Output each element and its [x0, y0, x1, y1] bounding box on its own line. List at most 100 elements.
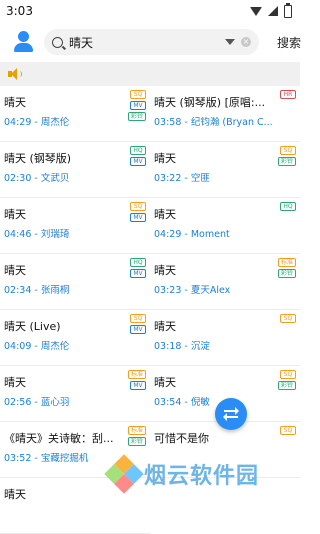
song-separator: -: [31, 117, 41, 128]
song-badges: 标准 彩铃: [127, 426, 146, 446]
song-separator: -: [181, 341, 191, 352]
song-artist[interactable]: Moment: [191, 229, 230, 240]
song-artist[interactable]: 文武贝: [41, 173, 70, 184]
song-separator: -: [181, 117, 191, 128]
song-duration: 02:34: [4, 285, 32, 296]
song-artist[interactable]: 刘瑞琦: [41, 229, 70, 240]
quality-badge: SQ: [130, 202, 146, 211]
song-artist[interactable]: 周杰伦: [41, 117, 70, 128]
quality-badge[interactable]: MV: [130, 325, 146, 334]
song-duration: 04:29: [154, 229, 182, 240]
song-item[interactable]: 《晴天》关诗敏：刮... 03:52 - 宝藏挖掘机 标准彩铃: [0, 422, 150, 478]
clear-icon[interactable]: ×: [241, 37, 251, 47]
song-separator: -: [181, 397, 191, 408]
quality-badge[interactable]: MV: [130, 157, 146, 166]
song-badges: HQ MV: [130, 258, 146, 278]
song-title: 晴天: [4, 376, 26, 389]
quality-badge[interactable]: 彩铃: [127, 112, 146, 121]
quality-badge[interactable]: MV: [130, 101, 146, 110]
song-meta: 03:23 - 夏天Alex: [154, 285, 280, 297]
chevron-down-icon[interactable]: [225, 39, 235, 45]
swap-icon: [223, 407, 239, 421]
quality-badge[interactable]: 彩铃: [127, 437, 146, 446]
song-badges: SQ 彩铃: [277, 370, 296, 390]
song-artist[interactable]: 蓝心羽: [41, 397, 70, 408]
quality-badge: 标准: [127, 426, 146, 435]
song-artist[interactable]: 周杰伦: [41, 341, 70, 352]
notice-bar[interactable]: [0, 62, 300, 86]
song-meta: 03:52 - 宝藏挖掘机: [4, 453, 130, 465]
quality-badge: 标准: [127, 370, 146, 379]
song-duration: 04:46: [4, 229, 32, 240]
song-title: 晴天: [4, 96, 26, 109]
song-duration: 03:54: [154, 397, 182, 408]
song-artist[interactable]: 纪钧瀚 (Bryan C...: [191, 117, 273, 128]
song-duration: 03:52: [4, 453, 32, 464]
song-meta: 03:18 - 沉淀: [154, 341, 280, 353]
signal-icon: [268, 6, 278, 16]
song-duration: 04:09: [4, 341, 32, 352]
quality-badge[interactable]: 彩铃: [277, 157, 296, 166]
quality-badge: HQ: [130, 258, 146, 267]
song-item[interactable]: 晴天 04:29 - Moment HQ: [150, 198, 300, 254]
status-icons: [250, 2, 292, 18]
song-item[interactable]: 晴天 (钢琴版) [原唱:... 03:58 - 纪钧瀚 (Bryan C... H…: [150, 86, 300, 142]
song-artist[interactable]: 张雨桐: [41, 285, 70, 296]
song-duration: 03:23: [154, 285, 182, 296]
quality-badge: SQ: [130, 314, 146, 323]
song-meta: 02:34 - 张雨桐: [4, 285, 130, 297]
status-bar: 3:03: [0, 0, 300, 22]
song-grid: 晴天 04:29 - 周杰伦 SQ MV 彩铃 晴天 (钢琴版) [原唱:... 03:58…: [0, 86, 300, 534]
song-item[interactable]: 晴天 03:22 - 空匪 SQ 彩铃: [150, 142, 300, 198]
search-icon: [52, 36, 63, 48]
song-badges: SQ: [280, 314, 296, 323]
quality-badge[interactable]: 彩铃: [277, 269, 296, 278]
song-item[interactable]: 晴天 03:23 - 夏天Alex 标准 彩铃: [150, 254, 300, 310]
song-item[interactable]: 晴天 02:34 - 张雨桐 HQ MV: [0, 254, 150, 310]
song-artist[interactable]: 空匪: [191, 173, 210, 184]
song-item[interactable]: 晴天 03:18 - 沉淀 SQ: [150, 310, 300, 366]
quality-badge[interactable]: MV: [130, 269, 146, 278]
song-meta: 03:58 - 纪钧瀚 (Bryan C...: [154, 117, 280, 129]
song-item[interactable]: 晴天: [0, 478, 150, 534]
search-box[interactable]: ×: [44, 29, 259, 55]
song-meta: 04:29 - Moment: [154, 229, 280, 241]
song-duration: 03:18: [154, 341, 182, 352]
song-artist[interactable]: 倪敏: [191, 397, 210, 408]
search-input[interactable]: [69, 35, 219, 49]
quality-badge[interactable]: 彩铃: [277, 381, 296, 390]
quality-badge: SQ: [280, 370, 296, 379]
song-item[interactable]: 晴天 04:29 - 周杰伦 SQ MV 彩铃: [0, 86, 150, 142]
song-title: 晴天 (钢琴版) [原唱:...: [154, 96, 266, 109]
song-separator: -: [181, 173, 191, 184]
quality-badge[interactable]: MV: [130, 381, 146, 390]
search-button[interactable]: 搜索: [267, 34, 307, 51]
song-artist[interactable]: 夏天Alex: [191, 285, 230, 296]
quality-badge: SQ: [130, 90, 146, 99]
status-time: 3:03: [6, 4, 33, 18]
song-artist[interactable]: 宝藏挖掘机: [41, 453, 89, 464]
song-meta: 02:56 - 蓝心羽: [4, 397, 130, 409]
song-title: 晴天: [4, 488, 26, 501]
song-badges: HQ MV: [130, 146, 146, 166]
quality-badge: HQ: [280, 202, 296, 211]
speaker-icon: [8, 68, 22, 80]
song-item[interactable]: 晴天 (Live) 04:09 - 周杰伦 SQ MV: [0, 310, 150, 366]
song-title: 晴天: [4, 264, 26, 277]
wifi-icon: [250, 6, 262, 16]
swap-button[interactable]: [215, 398, 247, 430]
song-meta: 04:29 - 周杰伦: [4, 117, 130, 129]
song-title: 晴天: [154, 264, 176, 277]
song-item[interactable]: 晴天 04:46 - 刘瑞琦 SQ MV: [0, 198, 150, 254]
song-title: 《晴天》关诗敏：刮...: [4, 432, 114, 445]
song-artist[interactable]: 沉淀: [191, 341, 210, 352]
song-duration: 02:56: [4, 397, 32, 408]
quality-badge[interactable]: MV: [130, 213, 146, 222]
song-separator: -: [31, 173, 41, 184]
user-icon[interactable]: [12, 30, 36, 54]
song-separator: -: [31, 453, 41, 464]
song-separator: -: [31, 285, 41, 296]
song-item[interactable]: 晴天 (钢琴版) 02:30 - 文武贝 HQ MV: [0, 142, 150, 198]
song-item[interactable]: 晴天 02:56 - 蓝心羽 标准 MV: [0, 366, 150, 422]
song-item[interactable]: 可惜不是你 SQ: [150, 422, 300, 478]
